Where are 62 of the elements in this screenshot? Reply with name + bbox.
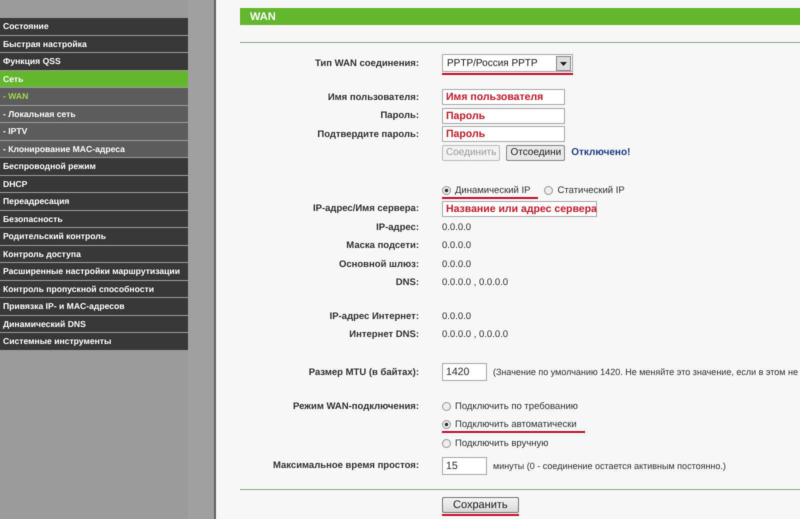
radio-button[interactable] xyxy=(442,186,451,195)
sidebar-item[interactable]: Контроль пропускной способности xyxy=(0,280,188,297)
field-label: Имя пользователя: xyxy=(326,92,419,103)
sidebar-item[interactable]: Динамический DNS xyxy=(0,316,188,332)
mtu-input-field[interactable]: 1420 xyxy=(442,363,487,381)
field-label: Режим WAN-подключения: xyxy=(292,400,419,412)
connection-type-dropdown[interactable]: PPTP/Россия PPTP xyxy=(442,54,573,72)
sidebar-item[interactable]: Родительский контроль xyxy=(0,228,188,244)
sidebar-item[interactable]: - Клонирование MAC-адреса xyxy=(0,140,188,157)
input-field[interactable]: Пароль xyxy=(442,108,565,124)
field-value: 0.0.0.0 xyxy=(442,310,472,322)
connection-status: Отключено! xyxy=(571,147,630,158)
field-label: Максимальное время простоя: xyxy=(272,460,419,471)
sidebar-item[interactable]: Функция QSS xyxy=(0,53,188,70)
sidebar-item[interactable]: Быстрая настройка xyxy=(0,36,188,52)
sidebar-item[interactable]: - IPTV xyxy=(0,123,188,140)
sidebar-item[interactable]: Системные инструменты xyxy=(0,333,188,350)
save-button[interactable]: Сохранить xyxy=(442,496,519,512)
page-title: WAN xyxy=(250,10,276,22)
field-label: Тип WAN соединения: xyxy=(314,58,419,68)
sidebar-item[interactable]: Состояние xyxy=(0,18,188,34)
field-label: IP-адрес Интернет: xyxy=(328,310,419,322)
field-label: Интернет DNS: xyxy=(348,329,419,340)
field-label: IP-адрес: xyxy=(375,222,419,233)
radio-label[interactable]: Подключить вручную xyxy=(455,438,548,449)
radio-label[interactable]: Динамический IP xyxy=(455,184,530,196)
radio-button[interactable] xyxy=(442,438,451,448)
field-label: Основной шлюз: xyxy=(338,258,419,270)
radio-button[interactable] xyxy=(442,420,451,430)
field-value: 0.0.0.0 xyxy=(442,258,472,270)
connection-button[interactable]: Отсоедини xyxy=(506,144,566,161)
field-value: 0.0.0.0 xyxy=(442,222,472,233)
field-label: Маска подсети: xyxy=(345,240,419,252)
sidebar-item[interactable]: Безопасность xyxy=(0,210,188,227)
field-label: IP-адрес/Имя сервера: xyxy=(312,203,419,214)
sidebar-item[interactable]: Переадресация xyxy=(0,193,188,210)
sidebar-item[interactable]: Расширенные настройки маршрутизации xyxy=(0,263,188,280)
radio-button[interactable] xyxy=(544,186,554,195)
field-label: Пароль: xyxy=(379,110,419,122)
sidebar-item[interactable]: - WAN xyxy=(0,88,188,104)
mtu-note: (Значение по умолчанию 1420. Не меняйте это значение, если в этом не xyxy=(493,367,798,377)
sidebar-item[interactable]: Привязка IP- и MAC-адресов xyxy=(0,298,188,314)
input-field[interactable]: Имя пользователя xyxy=(442,89,565,106)
sidebar-item[interactable]: Беспроводной режим xyxy=(0,158,188,174)
field-label: Подтвердите пароль: xyxy=(316,128,419,140)
sidebar-item[interactable]: Контроль доступа xyxy=(0,246,188,262)
caret-icon xyxy=(556,56,571,70)
sidebar-item[interactable]: - Локальная сеть xyxy=(0,106,188,122)
field-value: 0.0.0.0 , 0.0.0.0 xyxy=(442,329,508,340)
radio-label[interactable]: Статический IP xyxy=(557,184,625,196)
server-input-field[interactable]: Название или адрес сервера xyxy=(442,200,597,217)
field-value: 0.0.0.0 , 0.0.0.0 xyxy=(442,277,508,288)
radio-label[interactable]: Подключить автоматически xyxy=(455,419,577,430)
idle-time-input-field[interactable]: 15 xyxy=(442,456,487,474)
sidebar-item[interactable]: DHCP xyxy=(0,176,188,192)
radio-label[interactable]: Подключить по требованию xyxy=(455,400,578,412)
radio-button[interactable] xyxy=(442,402,451,411)
idle-time-note: минуты (0 - соединение остается активным постоянно.) xyxy=(493,460,726,470)
field-label: Размер MTU (в байтах): xyxy=(308,366,419,378)
field-value: 0.0.0.0 xyxy=(442,240,472,252)
input-field[interactable]: Пароль xyxy=(442,126,565,142)
field-label: DNS: xyxy=(394,277,419,288)
